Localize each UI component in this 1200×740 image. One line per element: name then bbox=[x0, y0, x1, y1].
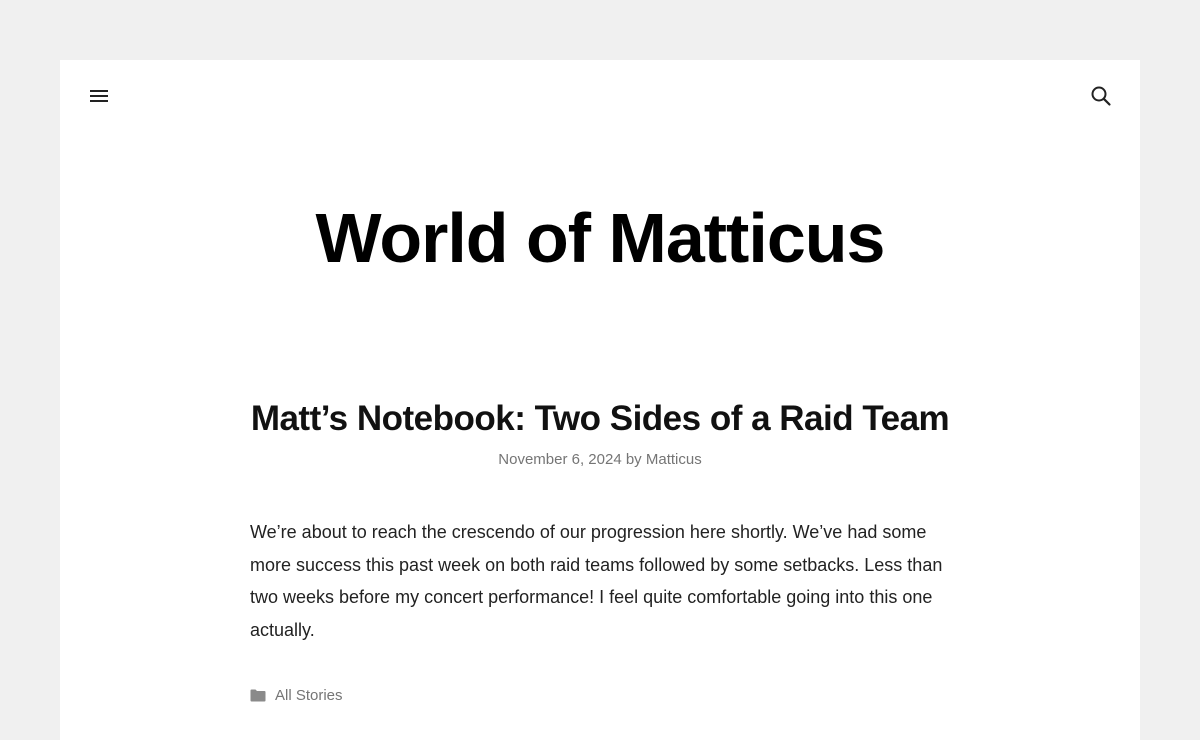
search-toggle-button[interactable] bbox=[1088, 83, 1114, 109]
folder-icon bbox=[250, 689, 266, 701]
post-excerpt: We’re about to reach the crescendo of ou… bbox=[250, 522, 943, 640]
hamburger-menu-icon bbox=[90, 90, 108, 102]
post-title-link[interactable]: Matt’s Notebook: Two Sides of a Raid Tea… bbox=[60, 396, 1140, 442]
post-categories: All Stories bbox=[250, 684, 343, 706]
menu-toggle-button[interactable] bbox=[86, 83, 112, 109]
search-icon bbox=[1091, 86, 1111, 106]
post-meta: November 6, 2024 by Matticus bbox=[60, 450, 1140, 470]
post-date-link[interactable]: November 6, 2024 bbox=[498, 451, 621, 468]
category-link-all-stories[interactable]: All Stories bbox=[275, 687, 343, 704]
page-container: World of Matticus Matt’s Notebook: Two S… bbox=[60, 60, 1140, 740]
post-by-label: by bbox=[625, 451, 642, 468]
post-author-link[interactable]: Matticus bbox=[646, 451, 702, 468]
site-title-link[interactable]: World of Matticus bbox=[60, 196, 1140, 280]
